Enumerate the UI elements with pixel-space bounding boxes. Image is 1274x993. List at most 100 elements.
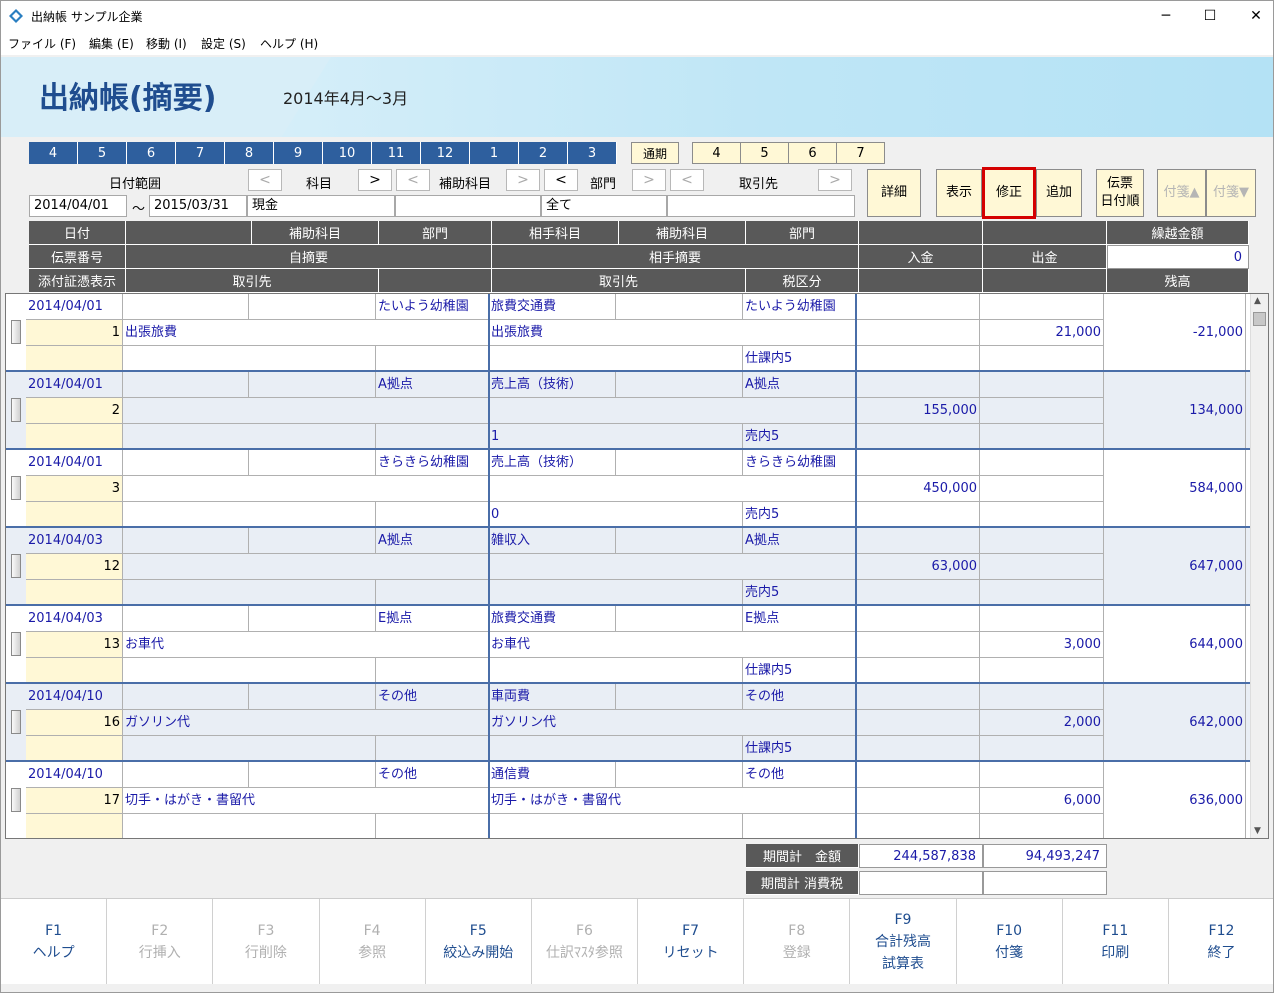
entry-deposit[interactable]: 155,000	[856, 398, 980, 424]
scroll-thumb[interactable]	[1253, 312, 1266, 326]
ledger-entry[interactable]: 2014/04/03 E拠点 旅費交通費 E拠点 13 お車代 お車代 3,000 仕課内5 64…	[6, 606, 1250, 684]
entry-date[interactable]: 2014/04/03	[26, 606, 123, 632]
entry-slip-no[interactable]: 17	[26, 788, 123, 814]
entry-cell-blank[interactable]	[856, 502, 980, 528]
entry-cell-blank[interactable]	[980, 658, 1104, 684]
entry-cell-blank[interactable]	[123, 684, 249, 710]
entry-partner-desc[interactable]: 出張旅費	[489, 320, 856, 346]
entry-date[interactable]: 2014/04/10	[26, 684, 123, 710]
entry-partner-subject[interactable]: 売上高（技術）	[489, 450, 616, 476]
row-handle-icon[interactable]	[11, 710, 21, 734]
entry-date[interactable]: 2014/04/01	[26, 294, 123, 320]
row-handle-icon[interactable]	[11, 554, 21, 578]
entry-attach[interactable]	[26, 424, 123, 450]
entry-cell-blank[interactable]	[980, 294, 1104, 320]
month-tab[interactable]: 12	[421, 142, 470, 164]
entry-partner-sub-subject[interactable]	[616, 762, 743, 788]
entry-partner-subject[interactable]: 車両費	[489, 684, 616, 710]
entry-cell-blank[interactable]	[856, 580, 980, 606]
entry-balance[interactable]: -21,000	[1104, 294, 1246, 372]
entry-partner-subject[interactable]: 売上高（技術）	[489, 372, 616, 398]
entry-cell-blank[interactable]	[856, 424, 980, 450]
dept-prev-button[interactable]: <	[544, 169, 578, 191]
entry-withdraw[interactable]	[980, 476, 1104, 502]
subject-next-button[interactable]: >	[358, 169, 392, 191]
scroll-up-icon[interactable]: ▲	[1254, 296, 1261, 306]
entry-tax[interactable]: 売内5	[743, 424, 856, 450]
function-key-f1[interactable]: F1 ヘルプ	[1, 899, 108, 984]
entry-partner-dept[interactable]: きらきら幼稚園	[743, 450, 856, 476]
entry-partner-desc[interactable]: 切手・はがき・書留代	[489, 788, 856, 814]
dept-next-button[interactable]: >	[632, 169, 666, 191]
entry-own-desc[interactable]	[123, 554, 489, 580]
function-key-f5[interactable]: F5 絞込み開始	[426, 899, 532, 984]
entry-partner-sub-subject[interactable]	[616, 450, 743, 476]
sub-subject-prev-button[interactable]: <	[396, 169, 430, 191]
entry-slip-no[interactable]: 16	[26, 710, 123, 736]
entry-cell-blank[interactable]	[980, 450, 1104, 476]
entry-partner-desc[interactable]: ガソリン代	[489, 710, 856, 736]
dept-input[interactable]: 全て	[541, 195, 667, 217]
scroll-down-icon[interactable]: ▼	[1254, 826, 1261, 836]
entry-cell-blank[interactable]	[123, 294, 249, 320]
month-tab[interactable]: 1	[470, 142, 519, 164]
entry-cell-blank[interactable]	[376, 658, 489, 684]
entry-dept[interactable]: きらきら幼稚園	[376, 450, 489, 476]
entry-cell-blank[interactable]	[856, 762, 980, 788]
entry-partner-client[interactable]	[489, 736, 743, 762]
month-tab[interactable]: 5	[78, 142, 127, 164]
entry-partner-client[interactable]	[489, 814, 743, 838]
entry-client[interactable]	[123, 580, 376, 606]
menu-help[interactable]: ヘルプ (H)	[260, 35, 318, 52]
entry-deposit[interactable]: 450,000	[856, 476, 980, 502]
close-button[interactable]: ✕	[1233, 1, 1273, 31]
entry-tax[interactable]: 仕課内5	[743, 658, 856, 684]
partner-input[interactable]	[667, 195, 855, 217]
entry-client[interactable]	[123, 658, 376, 684]
entry-partner-sub-subject[interactable]	[616, 528, 743, 554]
entry-cell-blank[interactable]	[376, 580, 489, 606]
entry-slip-no[interactable]: 3	[26, 476, 123, 502]
month-tab[interactable]: 9	[274, 142, 323, 164]
entry-withdraw[interactable]: 2,000	[980, 710, 1104, 736]
entry-attach[interactable]	[26, 580, 123, 606]
entry-partner-client[interactable]: 1	[489, 424, 743, 450]
entry-partner-sub-subject[interactable]	[616, 294, 743, 320]
function-key-f10[interactable]: F10 付箋	[957, 899, 1063, 984]
ledger-entry[interactable]: 2014/04/03 A拠点 雑収入 A拠点 12 63,000 売内5 647,000	[6, 528, 1250, 606]
entry-cell-blank[interactable]	[376, 424, 489, 450]
entry-balance[interactable]: 642,000	[1104, 684, 1246, 762]
entry-partner-client[interactable]	[489, 580, 743, 606]
entry-sub-subject[interactable]	[249, 294, 376, 320]
row-handle-icon[interactable]	[11, 632, 21, 656]
month-tab[interactable]: 11	[372, 142, 421, 164]
entry-date[interactable]: 2014/04/01	[26, 372, 123, 398]
entry-client[interactable]	[123, 814, 376, 838]
row-handle-icon[interactable]	[11, 476, 21, 500]
entry-partner-desc[interactable]: お車代	[489, 632, 856, 658]
entry-withdraw[interactable]: 21,000	[980, 320, 1104, 346]
entry-cell-blank[interactable]	[376, 346, 489, 372]
entry-slip-no[interactable]: 12	[26, 554, 123, 580]
entry-dept[interactable]: A拠点	[376, 528, 489, 554]
row-handle-icon[interactable]	[11, 398, 21, 422]
entry-cell-blank[interactable]	[980, 606, 1104, 632]
month-tab[interactable]: 10	[323, 142, 372, 164]
sub-subject-next-button[interactable]: >	[506, 169, 540, 191]
month-tab[interactable]: 8	[225, 142, 274, 164]
entry-tax[interactable]: 仕課内5	[743, 736, 856, 762]
entry-partner-dept[interactable]: A拠点	[743, 528, 856, 554]
function-key-f11[interactable]: F11 印刷	[1063, 899, 1169, 984]
entry-sub-subject[interactable]	[249, 450, 376, 476]
date-to-input[interactable]: 2015/03/31	[149, 195, 247, 217]
entry-partner-client[interactable]: 0	[489, 502, 743, 528]
entry-sub-subject[interactable]	[249, 762, 376, 788]
entry-sub-subject[interactable]	[249, 372, 376, 398]
entry-partner-dept[interactable]: E拠点	[743, 606, 856, 632]
entry-cell-blank[interactable]	[980, 762, 1104, 788]
entry-tax[interactable]	[743, 814, 856, 838]
function-key-f12[interactable]: F12 終了	[1169, 899, 1273, 984]
subject-prev-button[interactable]: <	[248, 169, 282, 191]
function-key-f7[interactable]: F7 リセット	[638, 899, 745, 984]
ledger-entry[interactable]: 2014/04/01 A拠点 売上高（技術） A拠点 2 155,000 1 売内5 134,0…	[6, 372, 1250, 450]
